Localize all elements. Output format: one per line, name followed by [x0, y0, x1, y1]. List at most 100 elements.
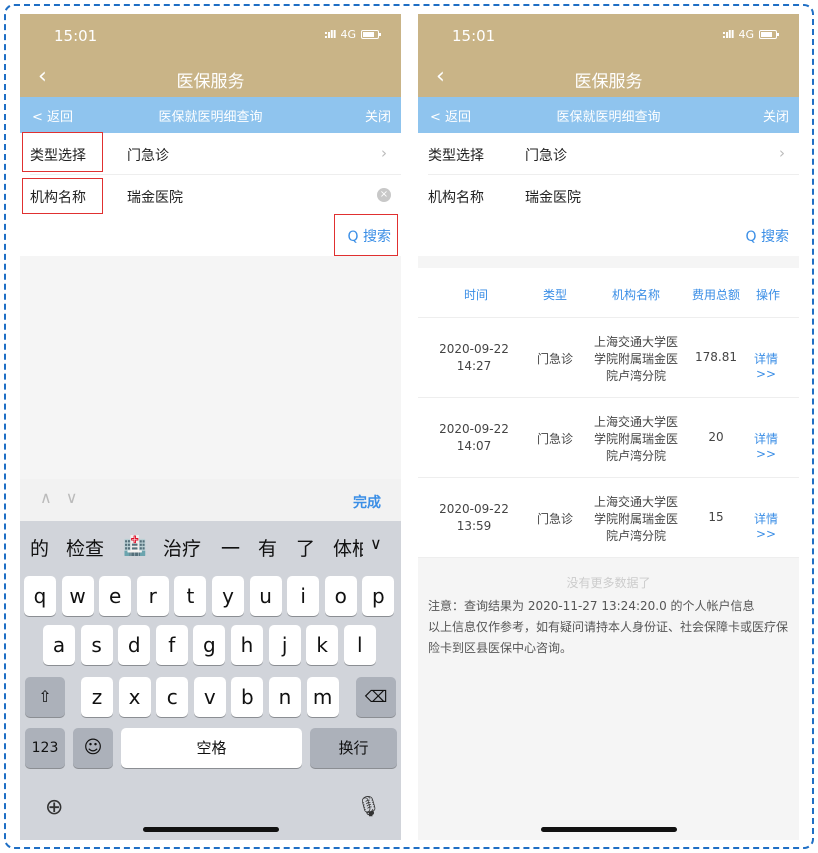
status-bar: 15:01 :ıll 4G [20, 14, 401, 59]
return-key[interactable]: 换行 [310, 728, 397, 768]
key-o[interactable]: o [324, 576, 357, 616]
detail-link[interactable]: 详情>> [744, 430, 788, 461]
key-q[interactable]: q [24, 576, 56, 616]
detail-link[interactable]: 详情>> [744, 510, 788, 541]
key-c[interactable]: c [156, 677, 189, 717]
done-button[interactable]: 完成 [353, 492, 381, 512]
key-m[interactable]: m [306, 677, 339, 717]
candidate[interactable]: 的 [30, 534, 49, 561]
candidate[interactable]: 有 [258, 534, 277, 561]
key-n[interactable]: n [269, 677, 301, 717]
backspace-icon[interactable]: ⌫ [356, 677, 396, 717]
cell-amount: 20 [708, 430, 724, 444]
key-i-label: i [300, 584, 306, 608]
search-button[interactable]: Q 搜索 [746, 226, 789, 246]
cell-org: 学院附属瑞金医 [593, 352, 678, 366]
signal-icon: :ıll [721, 28, 735, 41]
notice-line: 注意：查询结果为 2020-11-27 13:24:20.0 的个人帐户信息 [428, 599, 755, 613]
key-a[interactable]: a [43, 625, 75, 665]
key-f-label: f [168, 633, 176, 657]
microphone-icon[interactable]: 🎙 [356, 794, 381, 818]
key-r[interactable]: r [136, 576, 169, 616]
key-r-label: r [148, 584, 157, 608]
key-b[interactable]: b [231, 677, 264, 717]
key-j-label: j [281, 633, 288, 657]
key-z[interactable]: z [81, 677, 113, 717]
shift-icon[interactable]: ⇧ [25, 677, 65, 717]
key-t[interactable]: t [174, 576, 207, 616]
key-i[interactable]: i [287, 576, 320, 616]
keyboard: 的 检查 🏥 治疗 一 有 了 体柏 ∨ qwe r t y u i o p a s d f gh j k l… [20, 521, 401, 840]
emoji-icon[interactable]: ☺ [73, 728, 113, 768]
home-indicator [540, 827, 677, 832]
expand-chevron-icon[interactable]: ∨ [370, 534, 382, 553]
cell-type: 门急诊 [536, 512, 573, 526]
type-value[interactable]: 门急诊 [127, 145, 169, 165]
key-p[interactable]: p [362, 576, 395, 616]
nav-bar: ‹ 医保服务 [20, 59, 401, 97]
candidate[interactable]: 检查 [66, 534, 104, 561]
cell-type: 门急诊 [536, 432, 573, 446]
key-k[interactable]: k [306, 625, 339, 665]
candidate[interactable]: 了 [296, 534, 315, 561]
key-z-label: z [91, 685, 103, 709]
notice-line: 险卡到区县医保中心咨询。 [428, 641, 573, 655]
cell-org: 上海交通大学医 [593, 335, 678, 349]
key-d[interactable]: d [118, 625, 151, 665]
key-h[interactable]: h [231, 625, 263, 665]
type-select-row[interactable]: 类型选择 门急诊 › [418, 133, 799, 174]
prev-next-arrows-icon[interactable]: ∧∨ [40, 488, 91, 507]
detail-link[interactable]: 详情>> [744, 350, 788, 381]
key-s-label: s [91, 633, 102, 657]
key-l[interactable]: l [343, 625, 376, 665]
org-input-row[interactable]: 机构名称 瑞金医院 [418, 175, 799, 216]
type-value[interactable]: 门急诊 [525, 145, 567, 165]
close-link[interactable]: 关闭 [763, 106, 789, 125]
cell-date: 2020-09-22 [439, 422, 509, 436]
key-w[interactable]: w [61, 576, 94, 616]
key-j[interactable]: j [268, 625, 301, 665]
cell-time: 14:07 [456, 439, 492, 453]
key-v-label: v [203, 685, 216, 709]
key-c-label: c [166, 685, 178, 709]
key-n-label: n [278, 685, 292, 709]
cell-org: 院卢湾分院 [605, 449, 666, 463]
col-action: 操作 [755, 288, 780, 302]
table-body: 2020-09-22 14:27 门急诊 上海交通大学医 学院附属瑞金医 院卢湾分院 178… [418, 318, 799, 558]
candidate[interactable]: 一 [221, 534, 240, 561]
highlight-org-label [22, 178, 103, 214]
key-g[interactable]: g [193, 625, 226, 665]
numbers-key[interactable]: 123 [25, 728, 65, 768]
key-u[interactable]: u [249, 576, 282, 616]
candidate[interactable]: 体柏 [333, 534, 363, 561]
clear-icon[interactable]: × [377, 188, 391, 202]
key-y[interactable]: y [212, 576, 244, 616]
candidate[interactable]: 治疗 [163, 534, 201, 561]
key-y-label: y [222, 584, 234, 608]
page-title: 医保就医明细查询 [158, 110, 263, 125]
chevron-right-icon: › [381, 144, 387, 162]
key-v[interactable]: v [193, 677, 226, 717]
col-time: 时间 [463, 288, 488, 302]
table-row: 2020-09-22 14:27 门急诊 上海交通大学医 学院附属瑞金医 院卢湾分院 178… [418, 318, 799, 398]
space-key[interactable]: 空格 [121, 728, 302, 768]
cell-org: 上海交通大学医 [593, 415, 678, 429]
status-time: 15:01 [452, 27, 496, 45]
col-type: 类型 [542, 288, 567, 302]
key-s[interactable]: s [80, 625, 113, 665]
query-form: 类型选择 门急诊 › 机构名称 瑞金医院 Q 搜索 [418, 133, 799, 256]
nav-bar: ‹ 医保服务 [418, 59, 799, 97]
candidate-hospital-icon[interactable]: 🏥 [123, 534, 147, 557]
org-input[interactable]: 瑞金医院 [127, 187, 183, 207]
close-link[interactable]: 关闭 [365, 106, 391, 125]
nav-title: 医保服务 [574, 72, 643, 92]
key-x[interactable]: x [118, 677, 151, 717]
key-u-label: u [259, 584, 272, 608]
globe-icon[interactable]: ⊕ [45, 795, 63, 820]
cell-type: 门急诊 [536, 352, 573, 366]
cell-time: 14:27 [456, 359, 492, 373]
cell-org: 院卢湾分院 [605, 369, 666, 383]
key-e[interactable]: e [99, 576, 132, 616]
org-input[interactable]: 瑞金医院 [525, 187, 581, 207]
key-f[interactable]: f [155, 625, 188, 665]
